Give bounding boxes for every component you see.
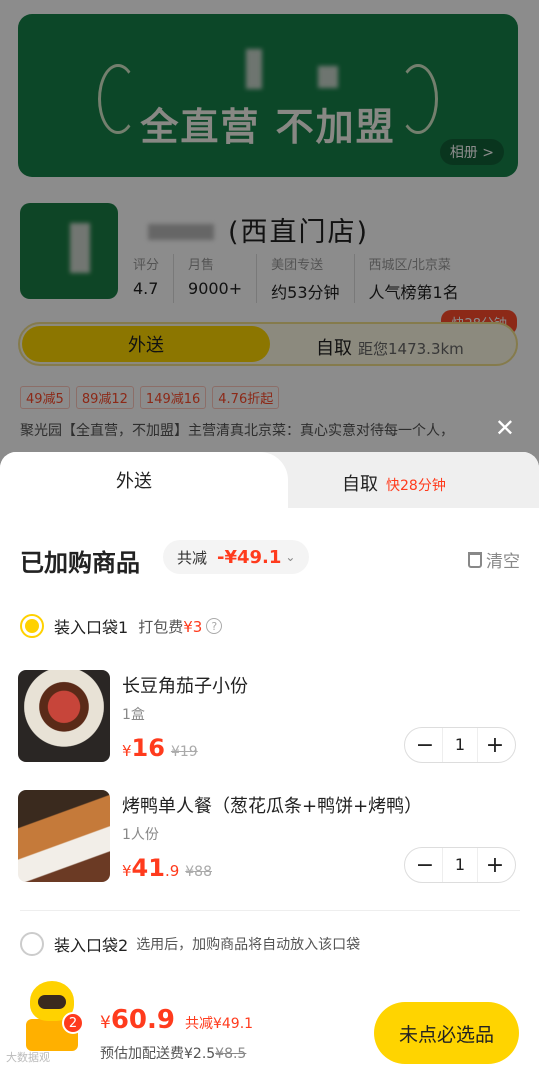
price-currency: ¥ <box>122 862 132 880</box>
price-cents: .9 <box>164 862 180 880</box>
price-main: 16 <box>131 734 165 762</box>
close-icon[interactable]: ✕ <box>495 414 515 442</box>
divider <box>20 910 520 911</box>
item-price: ¥16 ¥19 <box>122 734 198 762</box>
item-image[interactable] <box>18 670 110 762</box>
info-icon[interactable]: ? <box>206 618 223 634</box>
total-price: ¥60.9 共减¥49.1 <box>100 1005 253 1035</box>
checkout-bar: 2 ¥60.9 共减¥49.1 预估加配送费¥2.5¥8.5 未点必选品 大数据观 <box>0 975 539 1070</box>
bag-2-hint: 选用后，加购商品将自动放入该口袋 <box>136 937 361 953</box>
item-name: 长豆角茄子小份 <box>122 676 248 697</box>
packing-fee-value: ¥3 <box>183 617 203 636</box>
price-currency: ¥ <box>122 742 132 760</box>
tab-pickup-badge: 快28分钟 <box>386 478 446 494</box>
bag-2-row[interactable]: 装入口袋2 选用后，加购商品将自动放入该口袋 <box>20 932 360 956</box>
quantity-value: 1 <box>442 728 478 762</box>
bag-1-radio[interactable] <box>20 614 44 638</box>
discount-detail-button[interactable]: 共减 -¥49.1 ⌄ <box>163 540 310 574</box>
tab-delivery[interactable]: 外送 <box>0 452 288 508</box>
item-price: ¥41.9 ¥88 <box>122 854 212 882</box>
chevron-down-icon: ⌄ <box>285 550 296 564</box>
total-currency: ¥ <box>100 1013 111 1033</box>
cart-item[interactable]: 烤鸭单人餐（葱花瓜条+鸭饼+烤鸭） 1人份 ¥41.9 ¥88 − 1 + <box>18 790 520 883</box>
bag-2-radio[interactable] <box>20 932 44 956</box>
clear-label: 清空 <box>486 552 520 572</box>
discount-label: 共减 <box>177 548 208 567</box>
original-price: ¥88 <box>185 864 212 880</box>
mascot-face <box>38 995 66 1009</box>
bag-2-label: 装入口袋2 <box>54 936 129 955</box>
tab-pickup[interactable]: 自取 快28分钟 <box>342 470 446 496</box>
plus-icon[interactable]: + <box>483 733 507 758</box>
total-amount: 60.9 <box>110 1005 175 1035</box>
minus-icon[interactable]: − <box>413 733 437 758</box>
packing-fee-label: 打包费 <box>138 617 184 636</box>
trash-icon <box>468 551 482 568</box>
item-image[interactable] <box>18 790 110 882</box>
price-main: 41 <box>131 854 165 882</box>
bag-1-label: 装入口袋1 <box>54 618 129 637</box>
sheet-tabs: 外送 自取 快28分钟 <box>0 452 539 508</box>
discount-value: -¥49.1 <box>217 546 282 568</box>
shipping-fee-original: ¥8.5 <box>215 1046 247 1062</box>
minus-icon[interactable]: − <box>413 853 437 878</box>
clear-cart-button[interactable]: 清空 <box>468 547 520 572</box>
quantity-value: 1 <box>442 848 478 882</box>
shipping-fee: 预估加配送费¥2.5¥8.5 <box>100 1043 246 1063</box>
cart-title: 已加购商品 <box>20 549 140 577</box>
item-spec: 1盒 <box>122 707 145 723</box>
watermark: 大数据观 <box>6 1051 50 1064</box>
cart-count-badge: 2 <box>62 1012 84 1034</box>
quantity-stepper: − 1 + <box>404 727 516 763</box>
tab-pickup-label: 自取 <box>342 474 378 495</box>
bag-1-row[interactable]: 装入口袋1 打包费¥3 ? <box>20 614 223 638</box>
shipping-fee-label: 预估加配送费¥2.5 <box>100 1046 216 1062</box>
plus-icon[interactable]: + <box>483 853 507 878</box>
item-spec: 1人份 <box>122 827 159 843</box>
overlay-mask[interactable] <box>0 0 539 470</box>
required-items-button[interactable]: 未点必选品 <box>374 1002 519 1064</box>
item-name: 烤鸭单人餐（葱花瓜条+鸭饼+烤鸭） <box>122 796 423 817</box>
cart-header: 已加购商品 共减 -¥49.1 ⌄ 清空 <box>20 540 520 577</box>
total-saved: 共减¥49.1 <box>184 1016 254 1032</box>
original-price: ¥19 <box>170 744 198 760</box>
quantity-stepper: − 1 + <box>404 847 516 883</box>
cart-item[interactable]: 长豆角茄子小份 1盒 ¥16 ¥19 − 1 + <box>18 670 520 763</box>
packing-fee: 打包费¥3 <box>138 616 202 637</box>
